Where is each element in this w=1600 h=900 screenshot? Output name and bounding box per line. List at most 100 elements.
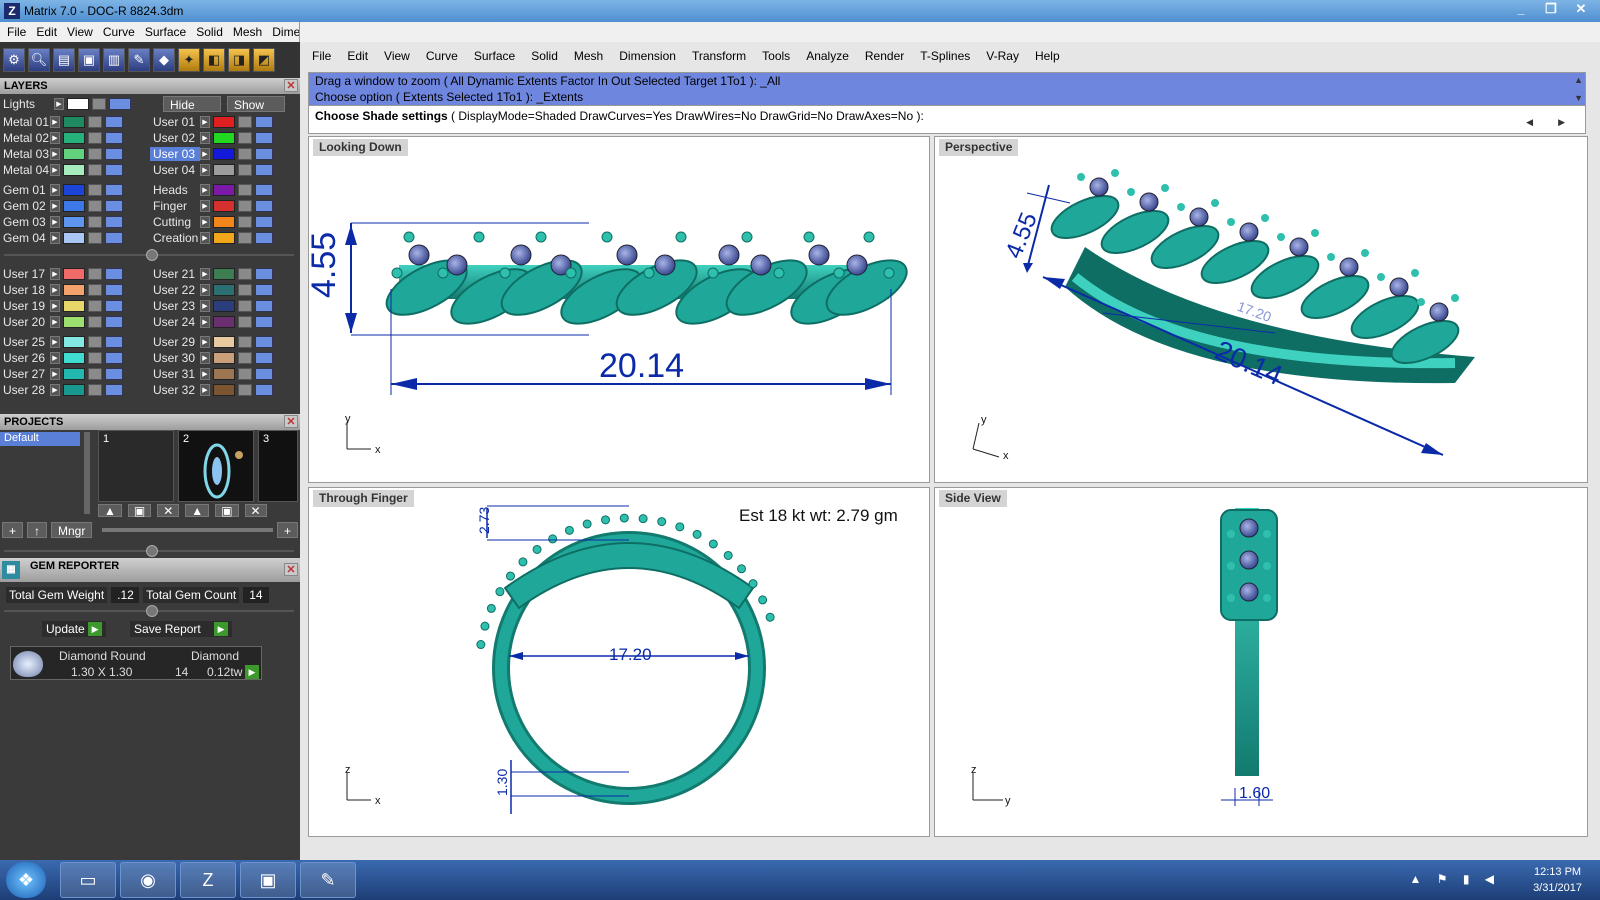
chevron-right-icon[interactable]: ▶ xyxy=(50,132,60,144)
chevron-right-icon[interactable]: ▶ xyxy=(200,184,210,196)
scroll-down-icon[interactable]: ▼ xyxy=(1574,93,1583,103)
rhino-menu-mesh[interactable]: Mesh xyxy=(566,49,611,63)
visibility-icon[interactable] xyxy=(255,200,273,212)
chevron-right-icon[interactable]: ▶ xyxy=(200,384,210,396)
chevron-right-icon[interactable]: ▶ xyxy=(50,184,60,196)
viewport-perspective[interactable]: Perspective 4.55 20.14 17.20 x y xyxy=(934,136,1588,483)
layer-row[interactable]: User 32 ▶ xyxy=(150,382,273,398)
layer-name[interactable]: Finger xyxy=(150,199,200,213)
layer-name[interactable]: Creation xyxy=(150,231,200,245)
chevron-right-icon[interactable]: ▶ xyxy=(50,316,60,328)
rhino-menu-solid[interactable]: Solid xyxy=(523,49,566,63)
rhino-menu-dimension[interactable]: Dimension xyxy=(611,49,684,63)
color-swatch[interactable] xyxy=(213,300,235,312)
layer-name[interactable]: User 03 xyxy=(150,147,200,161)
visibility-icon[interactable] xyxy=(255,368,273,380)
chevron-right-icon[interactable]: ▶ xyxy=(200,148,210,160)
color-swatch[interactable] xyxy=(213,200,235,212)
layer-row[interactable]: Finger ▶ xyxy=(150,198,273,214)
layer-row[interactable]: User 03 ▶ xyxy=(150,146,273,162)
layer-row[interactable]: Metal 02 ▶ xyxy=(0,130,123,146)
color-swatch[interactable] xyxy=(213,384,235,396)
chevron-right-icon[interactable]: ▶ xyxy=(50,216,60,228)
layer-row[interactable]: User 19 ▶ xyxy=(0,298,123,314)
layer-name[interactable]: Cutting xyxy=(150,215,200,229)
layer-name[interactable]: Gem 02 xyxy=(0,199,50,213)
chevron-right-icon[interactable]: ▶ xyxy=(50,232,60,244)
color-swatch[interactable] xyxy=(213,184,235,196)
color-swatch[interactable] xyxy=(213,336,235,348)
layer-name[interactable]: User 24 xyxy=(150,315,200,329)
visibility-icon[interactable] xyxy=(105,232,123,244)
layer-name[interactable]: User 25 xyxy=(0,335,50,349)
chevron-right-icon[interactable]: ▶ xyxy=(50,164,60,176)
lock-icon[interactable] xyxy=(238,268,252,280)
lock-icon[interactable] xyxy=(238,368,252,380)
up-project-button[interactable]: ↑ xyxy=(27,522,48,538)
lock-icon[interactable] xyxy=(88,132,102,144)
visibility-icon[interactable] xyxy=(105,368,123,380)
chevron-right-icon[interactable]: ▶ xyxy=(200,268,210,280)
layer-row[interactable]: Metal 03 ▶ xyxy=(0,146,123,162)
rhino-menu-file[interactable]: File xyxy=(304,49,339,63)
gem-icon[interactable]: ◆ xyxy=(153,48,175,72)
color-swatch[interactable] xyxy=(63,232,85,244)
pencil-icon[interactable]: ✎ xyxy=(128,48,150,72)
close-icon[interactable]: ✕ xyxy=(284,415,298,428)
visibility-icon[interactable] xyxy=(105,384,123,396)
color-swatch[interactable] xyxy=(63,148,85,160)
chevron-right-icon[interactable]: ▶ xyxy=(200,232,210,244)
color-swatch[interactable] xyxy=(63,184,85,196)
viewport-through-finger[interactable]: Through Finger 17.20 2.73 1.30 Est 18 kt… xyxy=(308,487,930,837)
layer-name[interactable]: User 21 xyxy=(150,267,200,281)
layer-row[interactable]: User 25 ▶ xyxy=(0,334,123,350)
chevron-right-icon[interactable]: ▶ xyxy=(50,300,60,312)
layer-row[interactable]: User 29 ▶ xyxy=(150,334,273,350)
projects-scrollbar[interactable] xyxy=(84,432,90,514)
layer-row[interactable]: User 30 ▶ xyxy=(150,350,273,366)
chevron-right-icon[interactable]: ▶ xyxy=(1558,117,1565,128)
lock-icon[interactable] xyxy=(238,336,252,348)
clock[interactable]: 12:13 PM 3/31/2017 xyxy=(1533,864,1582,896)
layer-row[interactable]: Gem 02 ▶ xyxy=(0,198,123,214)
layer-name[interactable]: User 27 xyxy=(0,367,50,381)
layer-name[interactable]: User 23 xyxy=(150,299,200,313)
save-report-button[interactable]: Save Report ▶ xyxy=(130,620,233,638)
layer-row[interactable]: Heads ▶ xyxy=(150,182,273,198)
visibility-icon[interactable] xyxy=(255,268,273,280)
lock-icon[interactable] xyxy=(238,164,252,176)
project-default[interactable]: Default xyxy=(0,432,80,446)
visibility-icon[interactable] xyxy=(255,116,273,128)
up-arrow-icon[interactable]: ▲ xyxy=(185,504,210,518)
color-swatch[interactable] xyxy=(213,316,235,328)
layer-row[interactable]: User 21 ▶ xyxy=(150,266,273,282)
color-swatch[interactable] xyxy=(63,368,85,380)
layer-name[interactable]: Metal 04 xyxy=(0,163,50,177)
chevron-right-icon[interactable]: ▶ xyxy=(200,300,210,312)
prong-icon[interactable]: ◧ xyxy=(203,48,225,72)
box-icon[interactable]: ▣ xyxy=(78,48,100,72)
lock-icon[interactable] xyxy=(238,132,252,144)
lock-icon[interactable] xyxy=(238,148,252,160)
color-swatch[interactable] xyxy=(213,132,235,144)
lock-icon[interactable] xyxy=(88,268,102,280)
visibility-icon[interactable] xyxy=(105,164,123,176)
visibility-icon[interactable] xyxy=(105,284,123,296)
layer-name[interactable]: Metal 03 xyxy=(0,147,50,161)
project-slot-1[interactable]: 1 xyxy=(98,430,174,502)
color-swatch[interactable] xyxy=(63,116,85,128)
color-swatch[interactable] xyxy=(67,98,89,110)
play-icon[interactable]: ▶ xyxy=(214,622,229,637)
lock-icon[interactable] xyxy=(238,216,252,228)
lock-icon[interactable] xyxy=(88,232,102,244)
color-swatch[interactable] xyxy=(63,352,85,364)
color-swatch[interactable] xyxy=(213,164,235,176)
lock-icon[interactable] xyxy=(88,384,102,396)
lock-icon[interactable] xyxy=(92,98,106,110)
visibility-icon[interactable] xyxy=(105,132,123,144)
start-button[interactable]: ❖ xyxy=(6,862,46,898)
lock-icon[interactable] xyxy=(238,284,252,296)
layer-name[interactable]: User 28 xyxy=(0,383,50,397)
project-slider[interactable] xyxy=(102,528,273,532)
menu-solid[interactable]: Solid xyxy=(191,25,228,39)
